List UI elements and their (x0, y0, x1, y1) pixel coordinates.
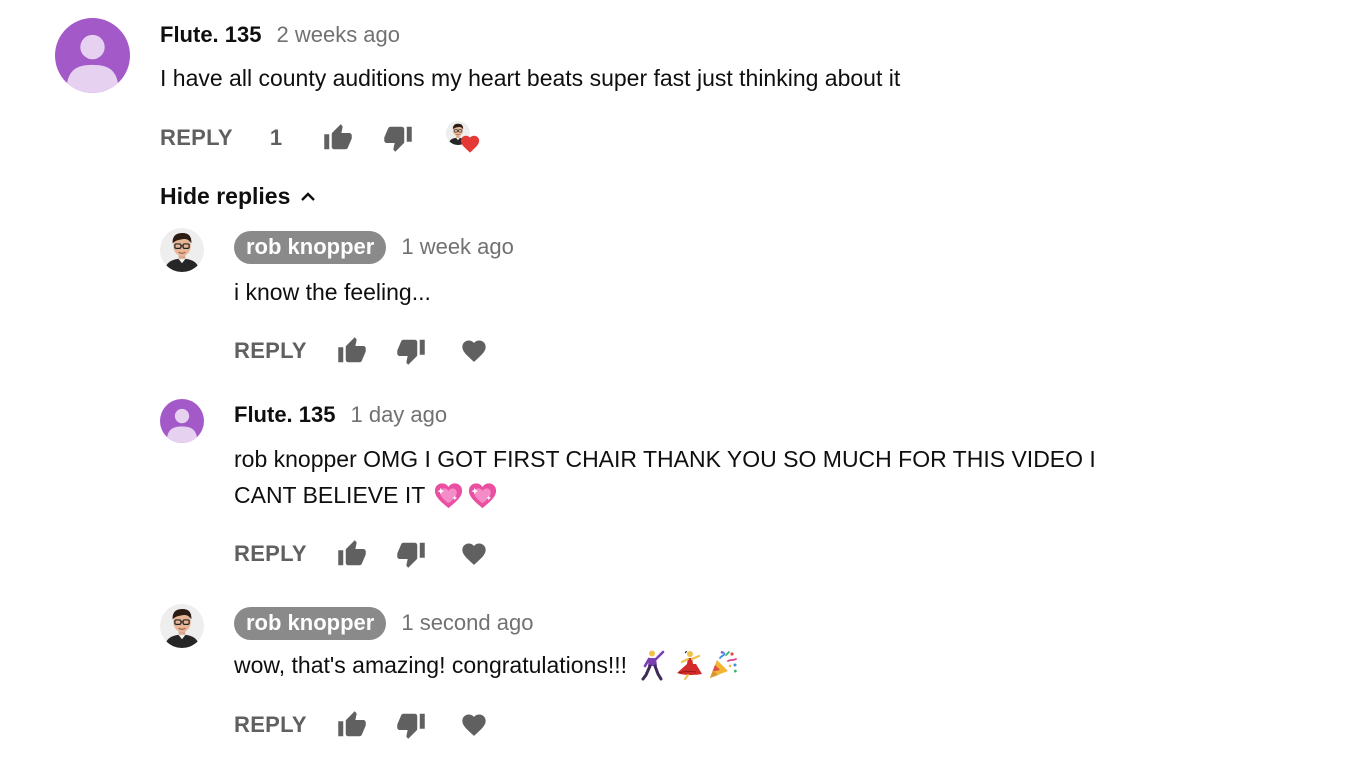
party-popper-emoji (707, 649, 739, 681)
timestamp[interactable]: 1 week ago (401, 234, 514, 260)
heart-icon[interactable] (460, 337, 488, 365)
reply-comment: rob knopper 1 second ago wow, that's ama… (0, 595, 1346, 766)
comment-actions: REPLY (234, 335, 488, 367)
woman-dancing-emoji (672, 649, 704, 681)
dislike-icon[interactable] (383, 123, 413, 153)
avatar[interactable] (55, 18, 130, 93)
reply-button[interactable]: REPLY (234, 338, 307, 364)
comment-text-line-2: CANT BELIEVE IT (234, 482, 426, 508)
dislike-icon[interactable] (396, 710, 426, 740)
heart-icon[interactable] (460, 711, 488, 739)
avatar[interactable] (160, 399, 204, 443)
chevron-up-icon (298, 187, 318, 207)
comment-header: rob knopper 1 week ago (234, 228, 514, 266)
avatar[interactable] (160, 228, 204, 272)
like-icon[interactable] (337, 710, 367, 740)
comment-text-line-1: rob knopper OMG I GOT FIRST CHAIR THANK … (234, 446, 1096, 472)
creator-author-badge[interactable]: rob knopper (234, 230, 387, 264)
comments-section: Flute. 135 2 weeks ago I have all county… (0, 0, 1346, 766)
heart-icon[interactable] (460, 540, 488, 568)
comment-text: I have all county auditions my heart bea… (160, 65, 901, 91)
comment-text-line-2-wrap: CANT BELIEVE IT (234, 480, 498, 511)
comment-actions: REPLY (234, 538, 488, 570)
comment-header: Flute. 135 2 weeks ago (160, 22, 400, 48)
comment-text-wrap: wow, that's amazing! congratulations!!! (234, 649, 739, 681)
like-icon[interactable] (337, 336, 367, 366)
dislike-icon[interactable] (396, 336, 426, 366)
creator-heart-icon (446, 121, 482, 155)
comment-header: rob knopper 1 second ago (234, 604, 533, 642)
dislike-icon[interactable] (396, 539, 426, 569)
sparkling-heart-emoji (467, 480, 498, 511)
creator-author-badge[interactable]: rob knopper (234, 606, 387, 640)
like-count: 1 (269, 125, 283, 150)
timestamp[interactable]: 1 day ago (350, 402, 447, 428)
comment-actions: REPLY (234, 709, 488, 741)
like-icon[interactable] (323, 123, 353, 153)
comment-text: wow, that's amazing! congratulations!!! (234, 651, 628, 678)
comment-text: i know the feeling... (234, 279, 431, 305)
top-comment: Flute. 135 2 weeks ago I have all county… (0, 0, 1346, 215)
reply-comment: rob knopper 1 week ago i know the feelin… (0, 215, 1346, 390)
author-name[interactable]: Flute. 135 (160, 22, 261, 48)
comment-header: Flute. 135 1 day ago (234, 402, 447, 428)
hide-replies-toggle[interactable]: Hide replies (160, 183, 318, 210)
sparkling-heart-emoji (433, 480, 464, 511)
timestamp[interactable]: 1 second ago (401, 610, 533, 636)
hide-replies-label: Hide replies (160, 183, 291, 209)
author-name[interactable]: Flute. 135 (234, 402, 335, 428)
comment-actions: REPLY 1 (160, 122, 482, 154)
reply-button[interactable]: REPLY (160, 125, 233, 151)
reply-button[interactable]: REPLY (234, 541, 307, 567)
like-icon[interactable] (337, 539, 367, 569)
reply-button[interactable]: REPLY (234, 712, 307, 738)
timestamp[interactable]: 2 weeks ago (276, 22, 400, 48)
man-dancing-emoji (637, 649, 669, 681)
reply-comment: Flute. 135 1 day ago rob knopper OMG I G… (0, 390, 1346, 595)
avatar[interactable] (160, 604, 204, 648)
